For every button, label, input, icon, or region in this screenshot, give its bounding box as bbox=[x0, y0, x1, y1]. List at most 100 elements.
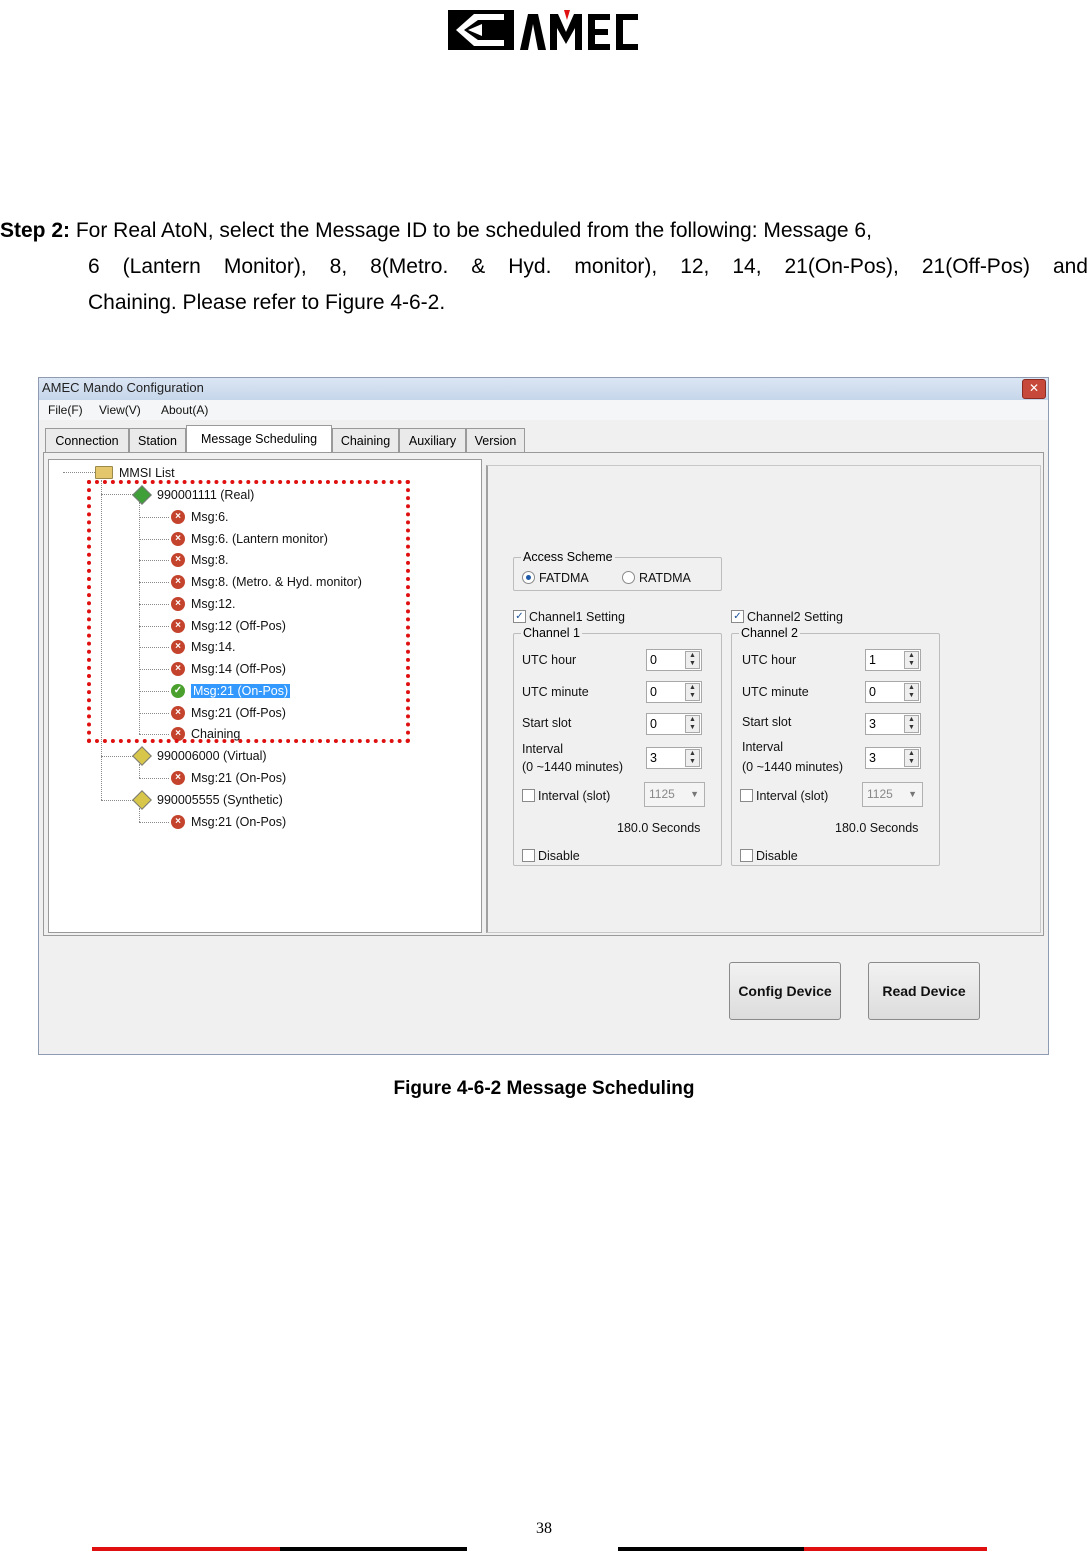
x-icon: × bbox=[171, 814, 185, 829]
config-device-button[interactable]: Config Device bbox=[729, 962, 841, 1020]
step-label: Step 2: bbox=[0, 219, 71, 242]
spin-arrows-icon[interactable]: ▲ ▼ bbox=[904, 749, 919, 767]
tab-auxiliary[interactable]: Auxiliary bbox=[399, 428, 466, 452]
tree-item[interactable]: × Msg:21 (On-Pos) bbox=[171, 812, 286, 832]
channel1-legend: Channel 1 bbox=[521, 625, 582, 641]
spin-arrows-icon[interactable]: ▲ ▼ bbox=[685, 683, 700, 701]
tab-message-scheduling[interactable]: Message Scheduling bbox=[186, 425, 332, 453]
spin-arrows-icon[interactable]: ▲ ▼ bbox=[685, 715, 700, 733]
checkbox-icon bbox=[740, 789, 753, 803]
figure-caption: Figure 4-6-2 Message Scheduling bbox=[393, 1078, 695, 1099]
channel1-setting-label: Channel1 Setting bbox=[529, 610, 625, 624]
tab-version[interactable]: Version bbox=[466, 428, 525, 452]
checkbox-icon: ✓ bbox=[513, 610, 526, 624]
settings-panel: Access Scheme FATDMA RATDMA ✓ Channel1 Se… bbox=[486, 465, 1041, 933]
tree-item[interactable]: × Msg:21 (On-Pos) bbox=[171, 768, 286, 788]
yellow-diamond-icon bbox=[132, 745, 152, 766]
channel1-setting-checkbox[interactable]: ✓ Channel1 Setting bbox=[513, 609, 625, 625]
chevron-down-icon: ▼ bbox=[908, 789, 917, 799]
menu-view[interactable]: View(V) bbox=[99, 403, 141, 417]
tree-item-label: Msg:21 (On-Pos) bbox=[191, 771, 287, 785]
start-slot-label: Start slot bbox=[742, 715, 792, 729]
spin-arrows-icon[interactable]: ▲ ▼ bbox=[904, 715, 919, 733]
utc-hour-value: 1 bbox=[869, 653, 876, 667]
step-text-1: For Real AtoN, select the Message ID to … bbox=[70, 219, 872, 242]
radio-ratdma[interactable]: RATDMA bbox=[622, 570, 691, 586]
interval-slot-label: Interval (slot) bbox=[756, 789, 829, 803]
menu-bar: File(F) View(V) About(A) bbox=[39, 400, 1048, 420]
utc-minute-value: 0 bbox=[650, 685, 657, 699]
tree-item-label: 990006000 (Virtual) bbox=[157, 749, 267, 763]
tree-connector bbox=[139, 764, 140, 778]
interval-slot-label: Interval (slot) bbox=[538, 789, 611, 803]
menu-file[interactable]: File(F) bbox=[48, 403, 83, 417]
utc-hour-label: UTC hour bbox=[742, 653, 797, 667]
interval-range-label: (0 ~1440 minutes) bbox=[522, 760, 624, 774]
close-button[interactable]: ✕ bbox=[1022, 379, 1046, 399]
channel2-setting-checkbox[interactable]: ✓ Channel2 Setting bbox=[731, 609, 843, 625]
utc-hour-input[interactable]: 1 ▲ ▼ bbox=[865, 649, 921, 671]
start-slot-label: Start slot bbox=[522, 716, 572, 730]
radio-ratdma-label: RATDMA bbox=[639, 571, 691, 585]
utc-minute-input[interactable]: 0 ▲ ▼ bbox=[646, 681, 702, 703]
channel2-setting-label: Channel2 Setting bbox=[747, 610, 843, 624]
tree-connector bbox=[101, 800, 135, 801]
start-slot-value: 0 bbox=[650, 717, 657, 731]
page-number: 38 bbox=[536, 1520, 552, 1537]
spin-arrows-icon[interactable]: ▲ ▼ bbox=[685, 749, 700, 767]
radio-fatdma[interactable]: FATDMA bbox=[522, 570, 589, 586]
highlight-box bbox=[87, 480, 410, 743]
interval-slot-checkbox[interactable]: Interval (slot) bbox=[522, 788, 610, 804]
seconds-readout: 180.0 Seconds bbox=[617, 821, 701, 835]
spin-arrows-icon[interactable]: ▲ ▼ bbox=[685, 651, 700, 669]
checkbox-icon: ✓ bbox=[731, 610, 744, 624]
footer-bar-red bbox=[804, 1547, 987, 1551]
tree-connector bbox=[63, 472, 95, 473]
tab-station[interactable]: Station bbox=[129, 428, 186, 452]
tree-item-label: 990005555 (Synthetic) bbox=[157, 793, 283, 807]
tree-item[interactable]: 990006000 (Virtual) bbox=[132, 745, 267, 766]
radio-button-icon bbox=[522, 571, 535, 585]
menu-about[interactable]: About(A) bbox=[161, 403, 208, 417]
amec-logo bbox=[448, 10, 638, 50]
interval-range-label: (0 ~1440 minutes) bbox=[742, 760, 844, 774]
tab-connection[interactable]: Connection bbox=[45, 428, 129, 452]
spin-arrows-icon[interactable]: ▲ ▼ bbox=[904, 651, 919, 669]
yellow-diamond-icon bbox=[132, 789, 152, 810]
step-line-2: 6 (Lantern Monitor), 8, 8(Metro. & Hyd. … bbox=[88, 255, 1088, 278]
interval-slot-value: 1125 bbox=[867, 787, 893, 801]
disable-label: Disable bbox=[756, 849, 798, 863]
tree-connector bbox=[139, 778, 169, 779]
interval-input[interactable]: 3 ▲ ▼ bbox=[865, 747, 921, 769]
checkbox-icon bbox=[522, 849, 535, 863]
utc-minute-value: 0 bbox=[869, 685, 876, 699]
interval-input[interactable]: 3 ▲ ▼ bbox=[646, 747, 702, 769]
title-bar: AMEC Mando Configuration ✕ bbox=[39, 378, 1048, 400]
start-slot-input[interactable]: 0 ▲ ▼ bbox=[646, 713, 702, 735]
tab-chaining[interactable]: Chaining bbox=[332, 428, 399, 452]
interval-slot-select[interactable]: 1125 ▼ bbox=[644, 782, 705, 807]
disable-checkbox[interactable]: Disable bbox=[740, 848, 798, 864]
channel2-legend: Channel 2 bbox=[739, 625, 800, 641]
utc-hour-value: 0 bbox=[650, 653, 657, 667]
checkbox-icon bbox=[740, 849, 753, 863]
tree-item[interactable]: 990005555 (Synthetic) bbox=[132, 789, 283, 810]
interval-slot-checkbox[interactable]: Interval (slot) bbox=[740, 788, 828, 804]
disable-checkbox[interactable]: Disable bbox=[522, 848, 580, 864]
interval-slot-select[interactable]: 1125 ▼ bbox=[862, 782, 923, 807]
read-device-button[interactable]: Read Device bbox=[868, 962, 980, 1020]
channel1-group: Channel 1 UTC hour 0 ▲ ▼ UTC minute 0 ▲ ▼ St… bbox=[513, 625, 722, 866]
step-line-3: Chaining. Please refer to Figure 4-6-2. bbox=[88, 291, 446, 314]
tree-connector bbox=[139, 822, 169, 823]
utc-hour-label: UTC hour bbox=[522, 653, 577, 667]
spin-arrows-icon[interactable]: ▲ ▼ bbox=[904, 683, 919, 701]
checkbox-icon bbox=[522, 789, 535, 803]
start-slot-input[interactable]: 3 ▲ ▼ bbox=[865, 713, 921, 735]
folder-icon bbox=[95, 466, 113, 480]
utc-hour-input[interactable]: 0 ▲ ▼ bbox=[646, 649, 702, 671]
seconds-readout: 180.0 Seconds bbox=[835, 821, 919, 835]
x-icon: × bbox=[171, 770, 185, 785]
utc-minute-input[interactable]: 0 ▲ ▼ bbox=[865, 681, 921, 703]
interval-label: Interval bbox=[522, 742, 563, 756]
chevron-down-icon: ▼ bbox=[690, 789, 699, 799]
